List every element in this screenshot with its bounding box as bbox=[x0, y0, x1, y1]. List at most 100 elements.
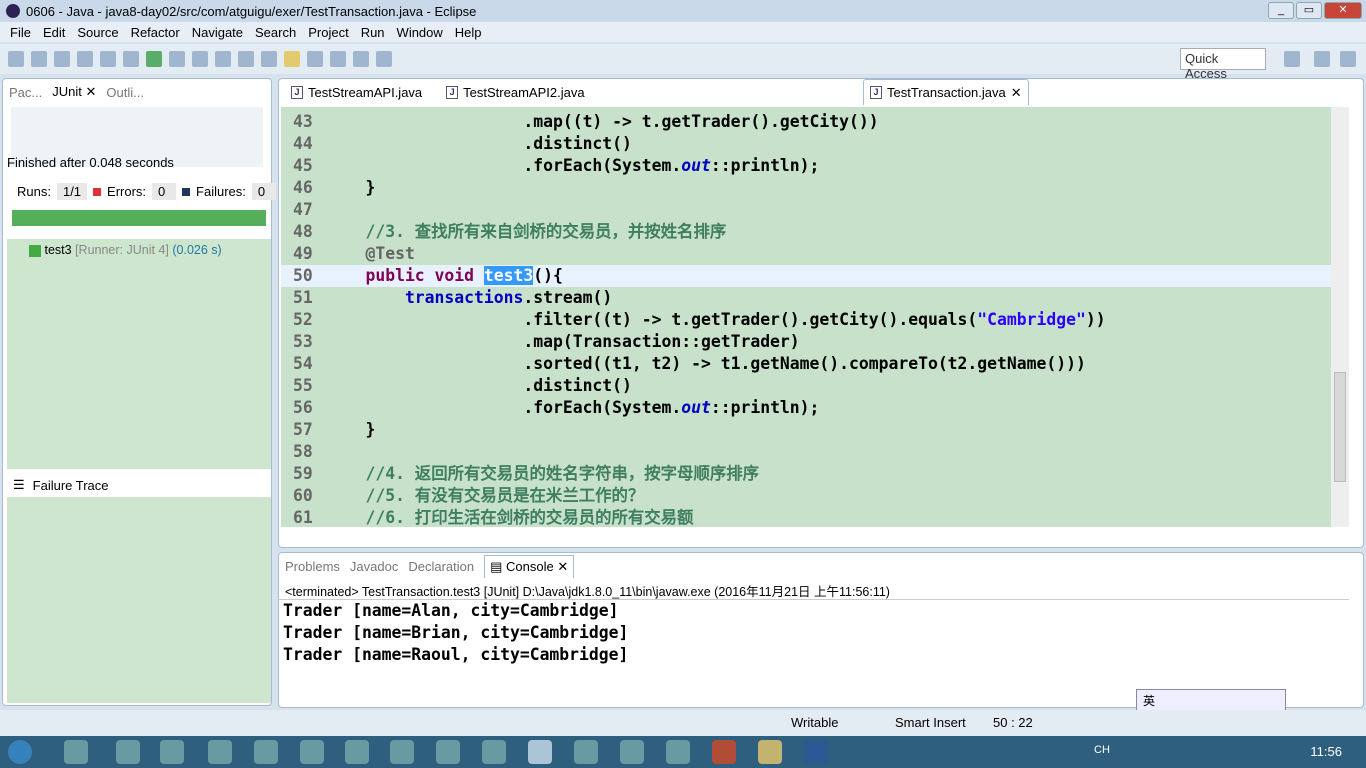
next-annotation-icon[interactable] bbox=[307, 51, 323, 67]
code-line[interactable]: 60 //5. 有没有交易员是在米兰工作的？ bbox=[281, 485, 1331, 507]
run-icon[interactable] bbox=[146, 51, 162, 67]
menu-source[interactable]: Source bbox=[71, 25, 124, 40]
java-perspective-icon[interactable] bbox=[1314, 51, 1330, 67]
code-line[interactable]: 54 .sorted((t1, t2) -> t1.getName().comp… bbox=[281, 353, 1331, 375]
error-icon bbox=[93, 187, 102, 196]
tab-testtransaction[interactable]: J TestTransaction.java ✕ bbox=[863, 79, 1029, 105]
line-number: 56 bbox=[293, 398, 313, 417]
code-area[interactable]: 43 .map((t) -> t.getTrader().getCity()) 4… bbox=[281, 107, 1331, 527]
save-icon[interactable] bbox=[31, 51, 47, 67]
editor-scrollbar[interactable] bbox=[1331, 107, 1349, 527]
close-button[interactable]: ✕ bbox=[1324, 2, 1362, 19]
debug-perspective-icon[interactable] bbox=[1340, 51, 1356, 67]
search-icon[interactable] bbox=[261, 51, 277, 67]
code-line[interactable]: 47 bbox=[281, 199, 1331, 221]
open-perspective-icon[interactable] bbox=[1284, 51, 1300, 67]
console-icon[interactable] bbox=[77, 51, 93, 67]
code-line[interactable]: 53 .map(Transaction::getTrader) bbox=[281, 331, 1331, 353]
tab-teststreamapi2[interactable]: J TestStreamAPI2.java bbox=[440, 81, 590, 104]
code-line[interactable]: 51 transactions.stream() bbox=[281, 287, 1331, 309]
taskbar-app[interactable] bbox=[116, 740, 140, 764]
code-line[interactable]: 56 .forEach(System.out::println); bbox=[281, 397, 1331, 419]
prev-annotation-icon[interactable] bbox=[330, 51, 346, 67]
code-line[interactable]: 57 } bbox=[281, 419, 1331, 441]
code-line[interactable]: 45 .forEach(System.out::println); bbox=[281, 155, 1331, 177]
minimize-button[interactable]: _ bbox=[1268, 2, 1294, 19]
back-icon[interactable] bbox=[353, 51, 369, 67]
taskbar-app[interactable] bbox=[666, 740, 690, 764]
code-line[interactable]: 61 //6. 打印生活在剑桥的交易员的所有交易额 bbox=[281, 507, 1331, 527]
code-line[interactable]: 52 .filter((t) -> t.getTrader().getCity(… bbox=[281, 309, 1331, 331]
tab-teststreamapi[interactable]: J TestStreamAPI.java bbox=[285, 81, 428, 104]
menu-edit[interactable]: Edit bbox=[37, 25, 71, 40]
tab-declaration[interactable]: Declaration bbox=[408, 559, 474, 574]
new-icon[interactable] bbox=[8, 51, 24, 67]
ime-mode[interactable]: 英 bbox=[1143, 694, 1155, 708]
code-line[interactable]: 48 //3. 查找所有来自剑桥的交易员，并按姓名排序 bbox=[281, 221, 1331, 243]
console-output[interactable]: Trader [name=Alan, city=Cambridge] Trade… bbox=[279, 599, 1349, 691]
skip-breakpoints-icon[interactable] bbox=[100, 51, 116, 67]
taskbar-app[interactable] bbox=[436, 740, 460, 764]
code-line[interactable]: 58 bbox=[281, 441, 1331, 463]
test-progress-bar bbox=[12, 210, 266, 226]
code-text: //3. 查找所有来自剑桥的交易员，并按姓名排序 bbox=[326, 221, 726, 243]
menu-search[interactable]: Search bbox=[249, 25, 302, 40]
open-type-icon[interactable] bbox=[238, 51, 254, 67]
scrollbar-thumb[interactable] bbox=[1334, 372, 1346, 482]
menu-window[interactable]: Window bbox=[391, 25, 449, 40]
maximize-button[interactable]: ▭ bbox=[1296, 2, 1322, 19]
code-token: //3. 查找所有来自剑桥的交易员，并按姓名排序 bbox=[326, 222, 727, 241]
junit-view: Pac... JUnit ✕ Outli... Finished after 0… bbox=[2, 78, 276, 706]
ime-toolbar[interactable]: 英 bbox=[1136, 689, 1286, 711]
taskbar-word[interactable] bbox=[804, 740, 828, 764]
taskbar-app[interactable] bbox=[345, 740, 369, 764]
code-token: } bbox=[326, 178, 376, 197]
forward-icon[interactable] bbox=[376, 51, 392, 67]
code-line[interactable]: 55 .distinct() bbox=[281, 375, 1331, 397]
coverage-icon[interactable] bbox=[169, 51, 185, 67]
taskbar-app[interactable] bbox=[300, 740, 324, 764]
new-java-project-icon[interactable] bbox=[192, 51, 208, 67]
taskbar-powerpoint[interactable] bbox=[712, 740, 736, 764]
menu-navigate[interactable]: Navigate bbox=[186, 25, 249, 40]
code-line[interactable]: 59 //4. 返回所有交易员的姓名字符串，按字母顺序排序 bbox=[281, 463, 1331, 485]
taskbar-app[interactable] bbox=[208, 740, 232, 764]
tab-problems[interactable]: Problems bbox=[285, 559, 340, 574]
quick-access-input[interactable]: Quick Access bbox=[1180, 48, 1266, 81]
menu-project[interactable]: Project bbox=[302, 25, 354, 40]
new-class-icon[interactable] bbox=[215, 51, 231, 67]
taskbar-app[interactable] bbox=[620, 740, 644, 764]
tab-package-explorer[interactable]: Pac... bbox=[9, 85, 42, 100]
tab-javadoc[interactable]: Javadoc bbox=[350, 559, 398, 574]
taskbar-app[interactable] bbox=[160, 740, 184, 764]
menu-run[interactable]: Run bbox=[355, 25, 391, 40]
tab-outline[interactable]: Outli... bbox=[106, 85, 144, 100]
taskbar-explorer[interactable] bbox=[758, 740, 782, 764]
taskbar-eclipse[interactable] bbox=[528, 740, 552, 764]
code-line[interactable]: 43 .map((t) -> t.getTrader().getCity()) bbox=[281, 111, 1331, 133]
save-all-icon[interactable] bbox=[54, 51, 70, 67]
tab-junit[interactable]: JUnit ✕ bbox=[52, 84, 97, 100]
code-line[interactable]: 50 public void test3(){ bbox=[281, 265, 1331, 287]
menu-refactor[interactable]: Refactor bbox=[125, 25, 186, 40]
tab-console[interactable]: ▤ Console ✕ bbox=[484, 554, 575, 578]
close-icon[interactable]: ✕ bbox=[1011, 85, 1022, 101]
taskbar-app[interactable] bbox=[64, 740, 88, 764]
taskbar-app[interactable] bbox=[390, 740, 414, 764]
taskbar-app[interactable] bbox=[254, 740, 278, 764]
code-line[interactable]: 44 .distinct() bbox=[281, 133, 1331, 155]
mark-occurrences-icon[interactable] bbox=[284, 51, 300, 67]
menu-file[interactable]: File bbox=[4, 25, 37, 40]
code-line[interactable]: 46 } bbox=[281, 177, 1331, 199]
taskbar-app[interactable] bbox=[482, 740, 506, 764]
menu-help[interactable]: Help bbox=[449, 25, 488, 40]
close-icon[interactable]: ✕ bbox=[557, 559, 568, 574]
test-item[interactable]: test3 [Runner: JUnit 4] (0.026 s) bbox=[29, 243, 222, 257]
start-button[interactable] bbox=[8, 740, 32, 764]
taskbar-app[interactable] bbox=[574, 740, 598, 764]
code-line[interactable]: 49 @Test bbox=[281, 243, 1331, 265]
editor: J TestStreamAPI.java J TestStreamAPI2.java… bbox=[278, 78, 1364, 548]
debug-icon[interactable] bbox=[123, 51, 139, 67]
close-icon[interactable]: ✕ bbox=[86, 84, 97, 99]
language-indicator[interactable]: CH bbox=[1094, 744, 1110, 756]
